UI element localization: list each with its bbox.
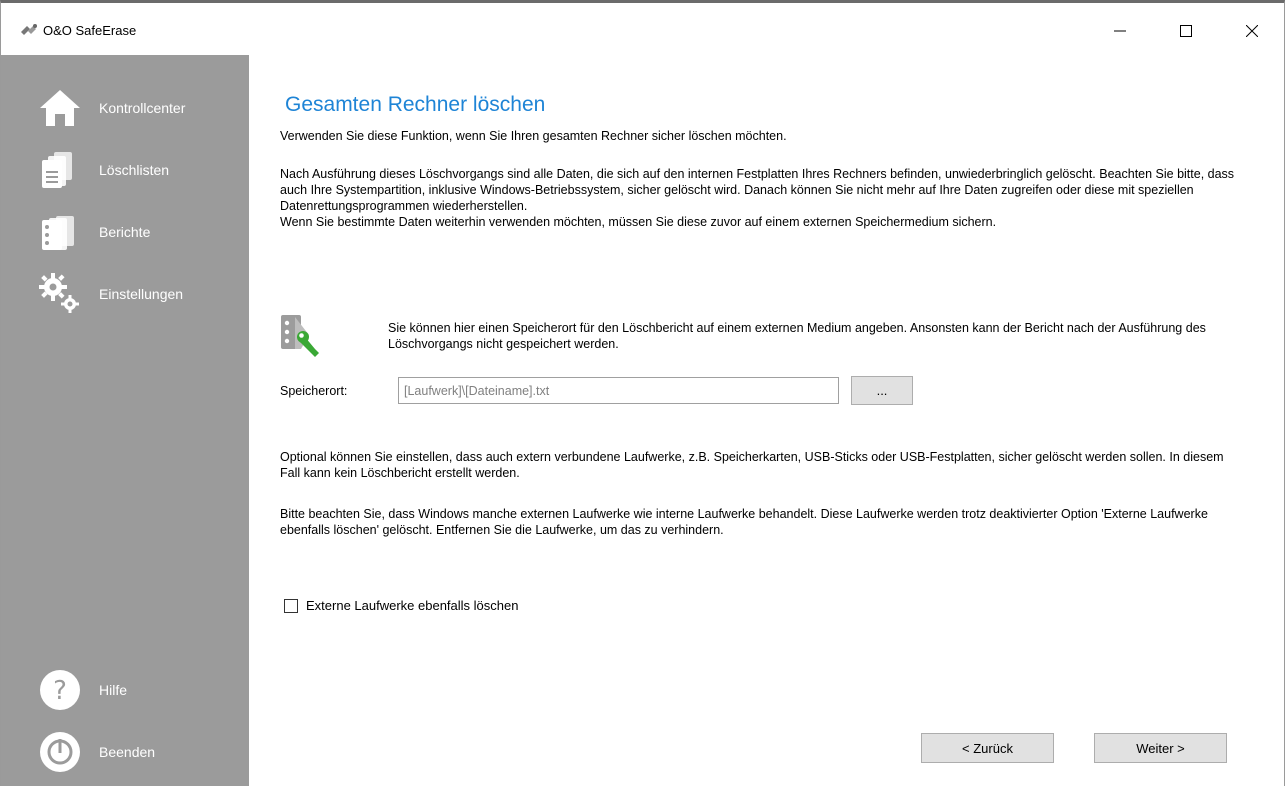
close-button[interactable] <box>1229 13 1275 49</box>
main-content: Gesamten Rechner löschen Verwenden Sie d… <box>249 55 1284 786</box>
next-button[interactable]: Weiter > <box>1094 733 1227 763</box>
minimize-icon <box>1114 30 1126 32</box>
minimize-button[interactable] <box>1097 13 1143 49</box>
close-icon <box>1246 25 1258 37</box>
sidebar-item-label: Beenden <box>99 744 156 760</box>
sidebar-item-einstellungen[interactable]: Einstellungen <box>1 269 249 319</box>
sidebar-item-label: Berichte <box>99 224 151 240</box>
window-title: O&O SafeErase <box>43 23 137 38</box>
report-location-info: Sie können hier einen Speicherort für de… <box>388 321 1206 351</box>
intro-text: Verwenden Sie diese Funktion, wenn Sie I… <box>280 129 787 143</box>
sidebar-item-kontrollcenter[interactable]: Kontrollcenter <box>1 83 249 133</box>
maximize-icon <box>1180 25 1192 37</box>
sidebar-item-label: Kontrollcenter <box>99 100 186 116</box>
sidebar-item-hilfe[interactable]: ? Hilfe <box>1 665 249 715</box>
sidebar-item-label: Hilfe <box>99 682 128 698</box>
windows-warning: Bitte beachten Sie, dass Windows manche … <box>280 507 1208 537</box>
sidebar-item-label: Löschlisten <box>99 162 170 178</box>
checkbox-label: Externe Laufwerke ebenfalls löschen <box>306 598 519 613</box>
external-drives-info: Optional können Sie einstellen, dass auc… <box>280 450 1224 480</box>
power-icon <box>37 729 83 775</box>
lists-icon <box>37 147 83 193</box>
svg-text:?: ? <box>53 676 67 706</box>
maximize-button[interactable] <box>1163 13 1209 49</box>
report-location-icon <box>279 311 329 361</box>
help-icon: ? <box>37 667 83 713</box>
app-window: O&O SafeErase Kontrollcenter Löschlisten… <box>0 0 1285 786</box>
description-text: Nach Ausführung dieses Löschvorgangs sin… <box>280 167 1235 229</box>
reports-icon <box>37 209 83 255</box>
sidebar-item-label: Einstellungen <box>99 286 184 302</box>
back-button[interactable]: < Zurück <box>921 733 1054 763</box>
speicherort-input[interactable] <box>398 377 839 404</box>
speicherort-label: Speicherort: <box>280 384 348 398</box>
sidebar: Kontrollcenter Löschlisten Berichte Eins… <box>1 55 249 786</box>
home-icon <box>37 85 83 131</box>
app-logo-icon <box>19 23 39 37</box>
title-bar[interactable]: O&O SafeErase <box>1 3 1284 55</box>
sidebar-item-beenden[interactable]: Beenden <box>1 727 249 777</box>
external-drives-checkbox[interactable]: Externe Laufwerke ebenfalls löschen <box>284 598 518 613</box>
sidebar-item-berichte[interactable]: Berichte <box>1 207 249 257</box>
page-title: Gesamten Rechner löschen <box>285 93 546 116</box>
browse-button[interactable]: ... <box>851 376 913 405</box>
checkbox-box[interactable] <box>284 598 298 613</box>
sidebar-item-loeschlisten[interactable]: Löschlisten <box>1 145 249 195</box>
settings-icon <box>37 271 83 317</box>
